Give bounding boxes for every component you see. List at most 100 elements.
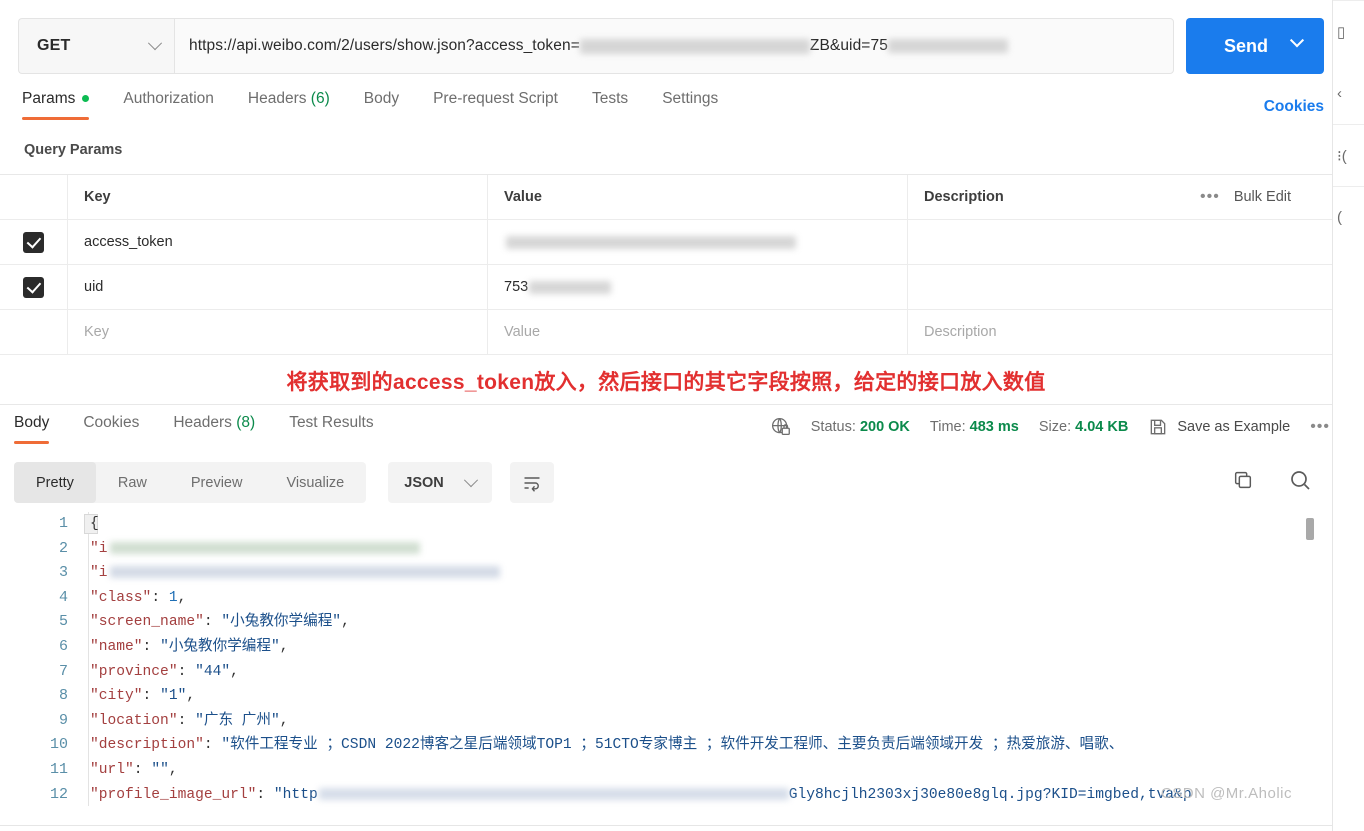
send-options-chevron-down-icon[interactable] [1289, 33, 1305, 48]
param-key-access-token[interactable]: access_token [84, 234, 173, 250]
word-wrap-icon [524, 476, 540, 492]
param-value-redacted[interactable] [506, 235, 796, 249]
request-tab-label: Tests [592, 90, 629, 107]
search-icon[interactable] [1288, 468, 1312, 492]
divider [0, 404, 1332, 405]
chevron-down-icon [147, 36, 163, 51]
table-row-empty[interactable]: Key Value Description [0, 309, 1332, 355]
code-line: "name": "小兔教你学编程", [90, 635, 1332, 660]
code-token: { [90, 516, 99, 532]
response-language-label: JSON [404, 474, 444, 491]
request-tab-pre-request-script[interactable]: Pre-request Script [433, 90, 558, 120]
scrollbar-thumb[interactable] [1306, 518, 1314, 540]
code-token: "location" [90, 712, 178, 729]
request-tab-label: Headers [247, 90, 307, 107]
copy-icon[interactable] [1232, 469, 1254, 491]
chevron-left-icon[interactable]: ‹ [1333, 62, 1364, 124]
request-tab-authorization[interactable]: Authorization [123, 90, 213, 120]
view-preview[interactable]: Preview [169, 462, 265, 503]
request-tab-headers[interactable]: Headers (6) [248, 90, 330, 120]
response-tab-label: Cookies [83, 414, 140, 431]
param-key-uid[interactable]: uid [84, 279, 103, 295]
code-token: : [203, 737, 222, 754]
code-token: : [151, 589, 169, 606]
code-token: "44" [195, 663, 231, 680]
request-tab-body[interactable]: Body [364, 90, 399, 120]
response-meta-bar: Status: 200 OK Time: 483 ms Size: 4.04 K… [770, 416, 1330, 437]
response-language-selector[interactable]: JSON [388, 462, 492, 503]
line-number: 1 [58, 515, 68, 532]
line-number: 7 [58, 662, 68, 680]
bulk-edit-button[interactable]: Bulk Edit [1234, 189, 1291, 205]
header-description: Description [924, 189, 1004, 205]
code-token: "1" [160, 688, 187, 705]
request-tab-params[interactable]: Params [22, 90, 90, 120]
view-visualize[interactable]: Visualize [264, 462, 366, 503]
url-redacted-token [579, 38, 810, 54]
line-number: 3 [58, 564, 68, 582]
globe-lock-icon [771, 417, 790, 436]
response-tab-bar: Body Cookies Headers (8) Test Results [14, 414, 408, 444]
save-as-example-button[interactable]: Save as Example [1148, 417, 1290, 437]
info-circle-icon[interactable]: ( [1333, 186, 1364, 248]
response-format-toolbar: Pretty Raw Preview Visualize JSON [14, 462, 554, 503]
request-tab-label: Body [363, 90, 400, 107]
http-method-selector[interactable]: GET [18, 18, 174, 74]
response-body-viewer[interactable]: 1 2 3 4 5 6 7 8 9 10 11 12 { "i "i "class": 1, "scr… [0, 512, 1332, 812]
code-token: "小兔教你学编程" [160, 638, 280, 655]
new-param-description-input[interactable]: Description [924, 324, 997, 340]
code-line: "city": "1", [90, 684, 1332, 709]
right-sidebar-rail: ▯ ‹ ⁝( ( [1332, 0, 1364, 831]
comment-icon[interactable]: ⁝( [1333, 124, 1364, 186]
param-value-uid-redacted [529, 280, 612, 294]
code-token: , [279, 638, 289, 655]
request-tab-settings[interactable]: Settings [662, 90, 718, 120]
code-token: "class" [90, 589, 152, 606]
code-token: : [177, 663, 196, 680]
line-number: 5 [58, 613, 68, 631]
response-tab-label: Body [14, 414, 50, 431]
time-value: 483 ms [969, 418, 1019, 435]
url-text-prefix: https://api.weibo.com/2/users/show.json?… [189, 37, 580, 54]
response-view-segmented-control: Pretty Raw Preview Visualize [14, 462, 367, 503]
header-key: Key [84, 189, 111, 205]
response-tab-headers[interactable]: Headers (8) [173, 414, 255, 444]
word-wrap-button[interactable] [509, 462, 554, 503]
vertical-scrollbar[interactable] [1306, 518, 1314, 804]
code-token: : [142, 638, 161, 655]
response-tab-cookies[interactable]: Cookies [83, 414, 139, 444]
table-row[interactable]: uid 753 [0, 264, 1332, 310]
new-param-key-input[interactable]: Key [84, 324, 109, 340]
code-line: "i [90, 561, 1332, 586]
save-icon [1151, 419, 1166, 434]
panel-icon[interactable]: ▯ [1333, 0, 1364, 62]
request-tab-label: Settings [662, 90, 719, 107]
code-token: "http [273, 786, 318, 803]
view-raw[interactable]: Raw [96, 462, 169, 503]
url-input[interactable]: https://api.weibo.com/2/users/show.json?… [174, 18, 1174, 74]
time-text: Time: 483 ms [929, 418, 1019, 435]
request-tab-bar: Params Authorization Headers (6) Body Pre-re… [22, 90, 1328, 130]
row-checkbox-uid[interactable] [23, 276, 44, 298]
new-param-value-input[interactable]: Value [504, 324, 540, 340]
code-token: : [177, 712, 196, 729]
code-token: : [142, 688, 161, 705]
ellipsis-icon[interactable]: ••• [1200, 189, 1220, 205]
code-token: "软件工程专业 ；CSDN 2022博客之星后端领域TOP1 ；51CTO专家博… [221, 737, 1124, 754]
send-button[interactable]: Send [1186, 18, 1324, 74]
code-token: "description" [90, 737, 204, 754]
response-tab-body[interactable]: Body [14, 414, 50, 444]
postman-window: GET https://api.weibo.com/2/users/show.j… [0, 0, 1364, 831]
table-row[interactable]: access_token [0, 219, 1332, 265]
response-tab-test-results[interactable]: Test Results [289, 414, 373, 444]
request-tab-tests[interactable]: Tests [592, 90, 628, 120]
response-more-ellipsis-icon[interactable]: ••• [1310, 418, 1330, 434]
row-checkbox-access-token[interactable] [23, 231, 44, 253]
code-line: "profile_image_url": "http Gly8hcjlh2303x… [90, 783, 1332, 808]
cookies-link[interactable]: Cookies [1264, 98, 1324, 116]
param-value-uid[interactable]: 753 [504, 279, 528, 295]
response-tab-label: Test Results [289, 414, 374, 431]
response-actions [1232, 468, 1312, 492]
size-value: 4.04 KB [1075, 418, 1129, 435]
view-pretty[interactable]: Pretty [14, 462, 96, 503]
